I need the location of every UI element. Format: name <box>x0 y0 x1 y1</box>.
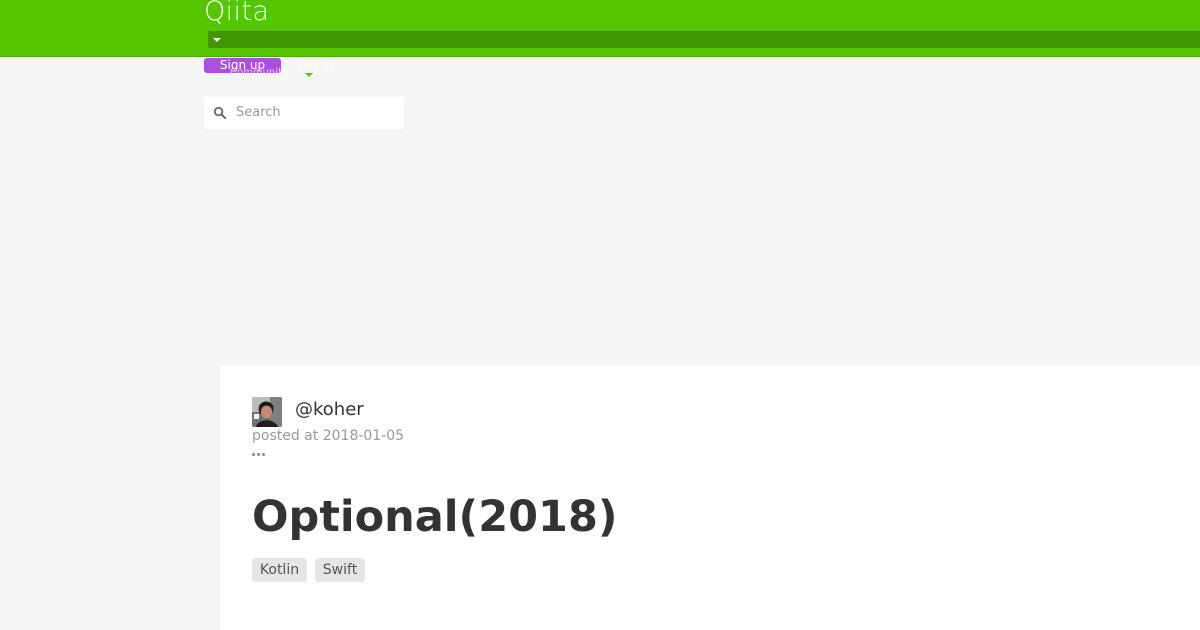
search-box[interactable] <box>204 97 404 129</box>
qiita-logo[interactable]: Qiita <box>204 0 269 28</box>
search-input[interactable] <box>234 97 403 129</box>
author-name[interactable]: @koher <box>295 398 364 422</box>
login-link[interactable]: Log in <box>297 58 333 73</box>
caret-down-icon <box>213 38 221 42</box>
posted-at-label: posted at <box>252 428 319 444</box>
community-label: Community <box>230 67 288 78</box>
tag-swift[interactable]: Swift <box>315 558 365 582</box>
header-dropdown-bar[interactable] <box>208 31 1200 48</box>
site-header: Qiita <box>0 0 1200 57</box>
posted-date: 2018-01-05 <box>322 428 405 444</box>
article-title: Optional(2018) <box>252 492 618 542</box>
posted-at: posted at 2018-01-05 <box>252 427 404 445</box>
search-icon <box>213 106 227 120</box>
tag-kotlin[interactable]: Kotlin <box>252 558 307 582</box>
article-card: @koher posted at 2018-01-05 Optional(201… <box>220 365 1200 630</box>
author-avatar[interactable] <box>252 397 282 427</box>
more-dots-icon[interactable] <box>252 451 268 459</box>
community-caret-icon[interactable] <box>305 73 313 77</box>
avatar-image <box>252 397 282 427</box>
